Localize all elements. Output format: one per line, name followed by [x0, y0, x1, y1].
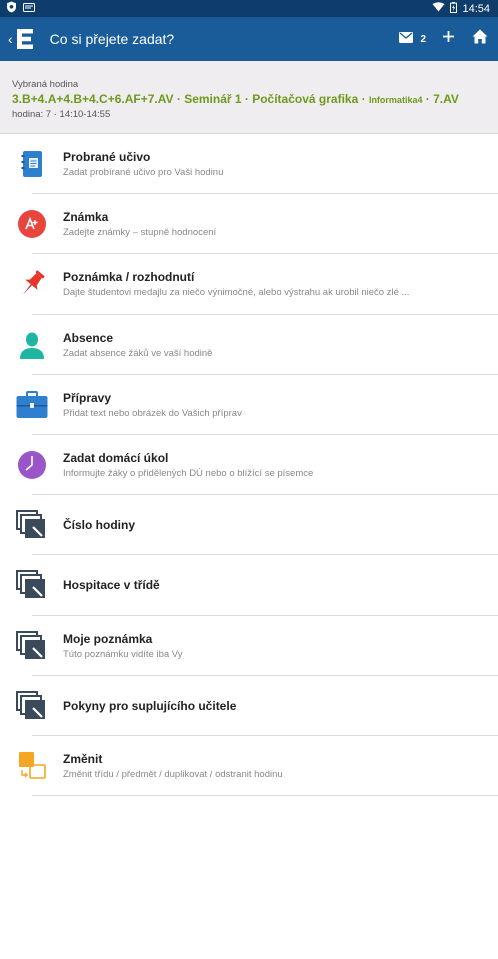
lesson-title-end: · 7.AV: [422, 92, 459, 106]
back-button[interactable]: ‹: [8, 27, 36, 51]
menu-item-title: Známka: [63, 210, 109, 225]
menu-item-pripravy[interactable]: Přípravy Přidat text nebo obrázek do Vaš…: [0, 375, 498, 436]
edit-stack-icon: [0, 510, 63, 540]
menu-item-title: Absence: [63, 330, 114, 345]
status-bar: 14:54: [0, 0, 498, 17]
menu-item-probrane-ucivo[interactable]: Probrané učivo Zadat probírané učivo pro…: [0, 134, 498, 195]
menu-item-title: Změnit: [63, 751, 103, 766]
selected-lesson-title: 3.B+4.A+4.B+4.C+6.AF+7.AV · Seminář 1 · …: [12, 92, 486, 106]
menu-item-title: Číslo hodiny: [63, 518, 135, 533]
status-time: 14:54: [462, 2, 490, 15]
menu-item-zmenit[interactable]: Změnit Změnit třídu / předmět / duplikov…: [0, 736, 498, 797]
menu-item-pokyny-pro-suplujiciho[interactable]: Pokyny pro suplujícího učitele: [0, 676, 498, 737]
selected-lesson-time: hodina: 7 · 14:10-14:55: [12, 109, 111, 120]
menu-item-subtitle: Zadejte známky – stupně hodnocení: [63, 227, 217, 239]
briefcase-icon: [0, 390, 63, 419]
messages-button[interactable]: 2: [399, 30, 426, 48]
mail-icon: [399, 30, 414, 48]
menu-item-absence[interactable]: Absence Zadat absence žáků ve vaší hodin…: [0, 315, 498, 375]
add-button[interactable]: [442, 30, 455, 48]
menu-item-subtitle: Zadat absence žáků ve vaší hodině: [63, 347, 213, 359]
lesson-subject: Informatika4: [368, 95, 423, 105]
menu-item-title: Zadat domácí úkol: [63, 451, 169, 466]
grade-icon: [0, 210, 63, 239]
person-icon: [0, 331, 63, 359]
menu-item-subtitle: Informujte žáky o přidělených DÚ nebo o …: [63, 468, 314, 480]
clock-icon: [0, 451, 63, 480]
chevron-left-icon: ‹: [8, 31, 13, 47]
menu-item-title: Hospitace v třídě: [63, 578, 160, 593]
menu-item-title: Pokyny pro suplujícího učitele: [63, 698, 237, 713]
edit-stack-icon: [0, 630, 63, 661]
menu-item-hospitace-v-tride[interactable]: Hospitace v třídě: [0, 555, 498, 616]
app-bar: ‹ Co si přejete zadat? 2: [0, 17, 498, 61]
menu-item-cislo-hodiny[interactable]: Číslo hodiny: [0, 495, 498, 556]
edit-stack-icon: [0, 570, 63, 600]
menu-item-subtitle: Přidat text nebo obrázek do Vašich přípr…: [63, 407, 242, 419]
menu-item-subtitle: Zadat probírané učivo pro Vaši hodinu: [63, 167, 224, 179]
swap-icon: [0, 751, 63, 781]
app-logo: [14, 27, 36, 51]
menu-item-zadat-domaci-ukol[interactable]: Zadat domácí úkol Informujte žáky o přid…: [0, 435, 498, 496]
selected-lesson-header: Vybraná hodina 3.B+4.A+4.B+4.C+6.AF+7.AV…: [0, 61, 498, 134]
shield-icon: [6, 1, 17, 16]
notification-icon: [23, 2, 35, 15]
menu-item-poznamka-rozhodnuti[interactable]: Poznámka / rozhodnutí Dajte študentovi m…: [0, 254, 498, 315]
home-button[interactable]: [472, 29, 488, 49]
lesson-title-main: 3.B+4.A+4.B+4.C+6.AF+7.AV · Seminář 1 · …: [12, 92, 369, 106]
battery-icon: [450, 1, 458, 16]
menu-item-title: Probrané učivo: [63, 150, 151, 165]
menu-item-moje-poznamka[interactable]: Moje poznámka Túto poznámku vidíte iba V…: [0, 616, 498, 676]
home-icon: [472, 29, 488, 49]
menu-item-subtitle: Dajte študentovi medajlu za niečo výnimo…: [63, 287, 410, 299]
action-menu: Probrané učivo Zadat probírané učivo pro…: [0, 134, 498, 797]
menu-item-title: Přípravy: [63, 390, 112, 405]
menu-item-title: Moje poznámka: [63, 631, 153, 646]
app-title: Co si přejete zadat?: [49, 31, 175, 47]
mail-count-badge: 2: [420, 33, 426, 45]
menu-item-subtitle: Túto poznámku vidíte iba Vy: [63, 648, 183, 660]
menu-item-znamka[interactable]: Známka Zadejte známky – stupně hodnocení: [0, 194, 498, 255]
edit-stack-icon: [0, 690, 63, 721]
pin-icon: [0, 268, 63, 300]
menu-item-subtitle: Změnit třídu / předmět / duplikovat / od…: [63, 768, 283, 780]
selected-lesson-label: Vybraná hodina: [12, 79, 79, 90]
notebook-icon: [0, 150, 63, 178]
plus-icon: [442, 30, 455, 48]
menu-item-title: Poznámka / rozhodnutí: [63, 270, 195, 285]
wifi-icon: [432, 2, 445, 15]
